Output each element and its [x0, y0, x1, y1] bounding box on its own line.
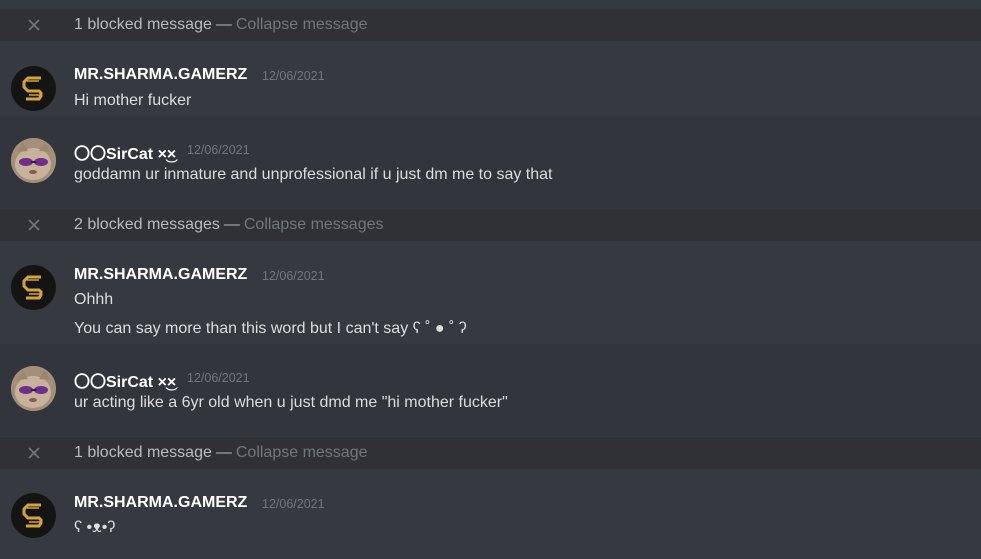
blocked-count-text: 2 blocked messages [74, 216, 220, 233]
blocked-count-text: 1 blocked message [74, 444, 212, 461]
blocked-messages-bar: 2 blocked messages — Collapse messages [0, 209, 981, 241]
timestamp: 12/06/2021 [262, 69, 325, 83]
separator: — [215, 444, 232, 461]
message-group: 〇〇SirCat ×͜× 12/06/2021 ur acting like a… [0, 344, 981, 436]
timestamp: 12/06/2021 [187, 143, 250, 157]
message-text: You can say more than this word but I ca… [74, 320, 467, 337]
message-text: Ohhh [74, 291, 114, 308]
sharma-logo-icon [22, 275, 42, 299]
username[interactable]: 〇〇SirCat ×͜× [74, 140, 176, 164]
message-group: MR.SHARMA.GAMERZ 12/06/2021 ʕ •ᴥ•ʔ [0, 486, 981, 548]
collapse-link[interactable]: Collapse message [236, 16, 368, 34]
avatar[interactable] [11, 366, 56, 411]
separator: — [215, 16, 232, 33]
message-text: ur acting like a 6yr old when u just dmd… [74, 394, 508, 411]
message-group: 〇〇SirCat ×͜× 12/06/2021 goddamn ur inmat… [0, 116, 981, 208]
avatar[interactable] [11, 493, 56, 538]
collapse-link[interactable]: Collapse message [236, 444, 368, 462]
blocked-messages-bar: 1 blocked message — Collapse message [0, 9, 981, 41]
username[interactable]: 〇〇SirCat ×͜× [74, 368, 176, 392]
timestamp: 12/06/2021 [262, 269, 325, 283]
username[interactable]: MR.SHARMA.GAMERZ [74, 66, 247, 84]
cat-avatar-icon [11, 138, 56, 183]
cat-avatar-icon [11, 366, 56, 411]
close-icon[interactable] [0, 219, 74, 231]
avatar[interactable] [11, 66, 56, 111]
message-text: ʕ •ᴥ•ʔ [74, 519, 116, 536]
blocked-messages-bar: 1 blocked message — Collapse message [0, 437, 981, 469]
message-text: goddamn ur inmature and unprofessional i… [74, 166, 553, 183]
sharma-logo-icon [22, 76, 42, 100]
avatar[interactable] [11, 138, 56, 183]
sharma-logo-icon [22, 503, 42, 527]
username[interactable]: MR.SHARMA.GAMERZ [74, 266, 247, 284]
message-group: MR.SHARMA.GAMERZ 12/06/2021 Ohhh You can… [0, 258, 981, 344]
message-feed: 1 blocked message — Collapse message MR.… [0, 0, 981, 559]
message-group: MR.SHARMA.GAMERZ 12/06/2021 Hi mother fu… [0, 58, 981, 116]
timestamp: 12/06/2021 [187, 371, 250, 385]
message-text: Hi mother fucker [74, 92, 192, 109]
close-icon[interactable] [0, 19, 74, 31]
separator: — [223, 216, 240, 233]
username[interactable]: MR.SHARMA.GAMERZ [74, 494, 247, 512]
timestamp: 12/06/2021 [262, 497, 325, 511]
avatar[interactable] [11, 265, 56, 310]
close-icon[interactable] [0, 447, 74, 459]
collapse-link[interactable]: Collapse messages [244, 216, 384, 234]
blocked-count-text: 1 blocked message [74, 16, 212, 33]
